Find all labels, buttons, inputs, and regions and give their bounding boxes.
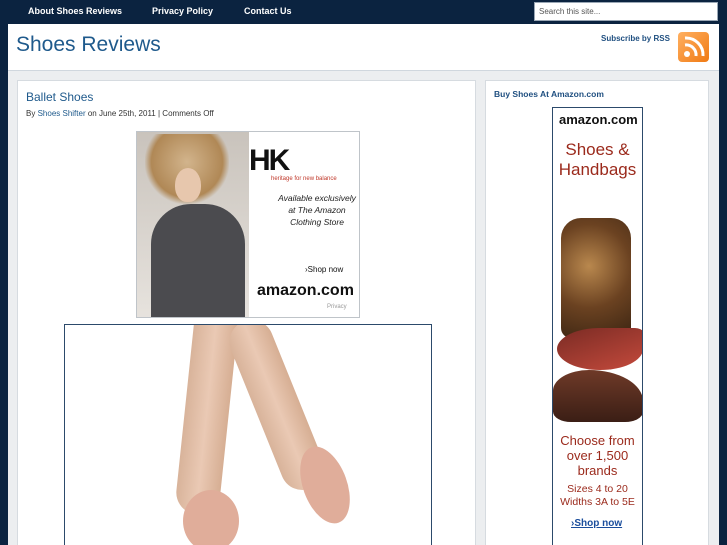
comments-status: Comments Off [162, 109, 214, 118]
byline-date: on June 25th, 2011 | [87, 109, 161, 118]
rss-label[interactable]: Subscribe by RSS [601, 34, 670, 43]
hk-logo: HK [249, 144, 290, 177]
ad-model-image [137, 132, 249, 317]
amazon-ad-banner[interactable]: HK heritage for new balance Available ex… [136, 131, 360, 318]
rss-icon[interactable] [678, 32, 709, 62]
content-area: Ballet Shoes By Shoes Shifter on June 25… [8, 71, 719, 545]
ballet-shoes-image [64, 324, 432, 545]
ad-shop-link[interactable]: ›Shop now [305, 265, 343, 274]
author-link[interactable]: Shoes Shifter [38, 109, 86, 118]
ad-privacy[interactable]: Privacy [327, 304, 347, 310]
ad-sizes-text: Sizes 4 to 20 Widths 3A to 5E [560, 483, 635, 508]
hk-sub: heritage for new balance [271, 176, 337, 182]
nav-privacy[interactable]: Privacy Policy [152, 6, 213, 16]
sidebar-amazon-ad[interactable]: amazon.com Shoes & Handbags Choose from … [552, 107, 643, 545]
top-nav: About Shoes Reviews Privacy Policy Conta… [0, 0, 727, 24]
ad-shop-link[interactable]: ›Shop now [571, 518, 622, 529]
post: Ballet Shoes By Shoes Shifter on June 25… [17, 80, 476, 545]
ad-model-sweater [151, 204, 245, 317]
ad-model-face [175, 168, 201, 202]
sidebar: Buy Shoes At Amazon.com amazon.com Shoes… [485, 80, 709, 545]
handbag-image [561, 218, 631, 338]
site-header: Shoes Reviews Subscribe by RSS [8, 24, 719, 71]
heel-shoe-image [557, 328, 642, 370]
nav-contact[interactable]: Contact Us [244, 6, 292, 16]
leg-left [174, 325, 240, 517]
nav-about[interactable]: About Shoes Reviews [28, 6, 122, 16]
ad-headline: Shoes & Handbags [558, 140, 637, 179]
ad-choose-text: Choose from over 1,500 brands [560, 433, 635, 478]
post-title[interactable]: Ballet Shoes [26, 90, 93, 104]
sidebar-title: Buy Shoes At Amazon.com [494, 89, 604, 99]
byline-prefix: By [26, 109, 36, 118]
search-input[interactable] [534, 2, 718, 21]
byline: By Shoes Shifter on June 25th, 2011 | Co… [26, 109, 214, 118]
site-title[interactable]: Shoes Reviews [16, 33, 161, 57]
ballet-shoe-left [183, 490, 239, 545]
amazon-logo: amazon.com [257, 282, 354, 299]
oxford-shoe-image [553, 370, 642, 422]
amazon-logo: amazon.com [559, 112, 638, 127]
ad-text: Available exclusively at The Amazon Clot… [278, 193, 356, 227]
